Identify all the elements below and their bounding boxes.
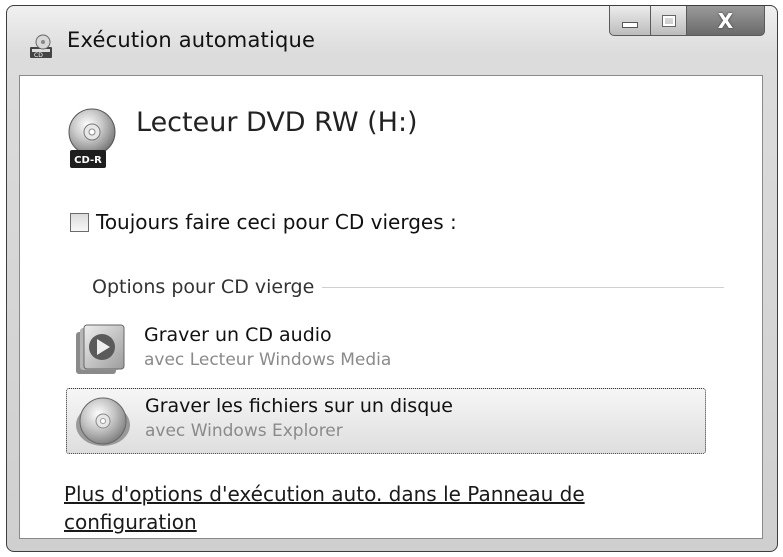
device-title: Lecteur DVD RW (H:): [136, 107, 418, 138]
always-do-this-label[interactable]: Toujours faire ceci pour CD vierges :: [96, 210, 457, 234]
option-burn-audio-cd[interactable]: Graver un CD audio avec Lecteur Windows …: [66, 318, 706, 384]
maximize-icon: [661, 14, 676, 27]
caption-buttons: X: [609, 6, 765, 36]
svg-text:CD: CD: [34, 52, 43, 59]
cd-r-disc-icon: CD-R: [68, 108, 116, 168]
option-burn-audio-cd-subtitle: avec Lecteur Windows Media: [144, 350, 392, 370]
options-group-header: Options pour CD vierge: [92, 276, 724, 298]
minimize-icon: [622, 21, 638, 28]
option-burn-files-subtitle: avec Windows Explorer: [145, 421, 343, 441]
close-button[interactable]: X: [687, 6, 765, 36]
always-do-this-checkbox[interactable]: [70, 212, 89, 232]
option-burn-files-title: Graver les fichiers sur un disque: [145, 395, 453, 417]
window-title: Exécution automatique: [67, 28, 316, 52]
maximize-button[interactable]: [651, 6, 687, 36]
always-do-this-row[interactable]: Toujours faire ceci pour CD vierges :: [70, 210, 457, 234]
group-divider: [322, 286, 724, 288]
more-autoplay-options-link[interactable]: Plus d'options d'exécution auto. dans le…: [64, 480, 664, 536]
option-burn-audio-cd-title: Graver un CD audio: [144, 324, 332, 346]
close-icon: X: [717, 8, 734, 33]
disc-burn-icon: [76, 397, 130, 446]
dialog-content: CD-R Lecteur DVD RW (H:) Toujours faire …: [19, 75, 763, 539]
media-player-icon: [76, 324, 125, 374]
minimize-button[interactable]: [609, 6, 651, 36]
cd-r-badge: CD-R: [74, 155, 102, 166]
title-bar[interactable]: CD Exécution automatique X: [7, 6, 777, 76]
autoplay-window: CD Exécution automatique X CD-R Lecteur …: [6, 5, 778, 552]
autoplay-icon: CD: [30, 34, 52, 59]
options-group-label: Options pour CD vierge: [92, 276, 315, 298]
option-burn-files-to-disc[interactable]: Graver les fichiers sur un disque avec W…: [66, 388, 706, 454]
